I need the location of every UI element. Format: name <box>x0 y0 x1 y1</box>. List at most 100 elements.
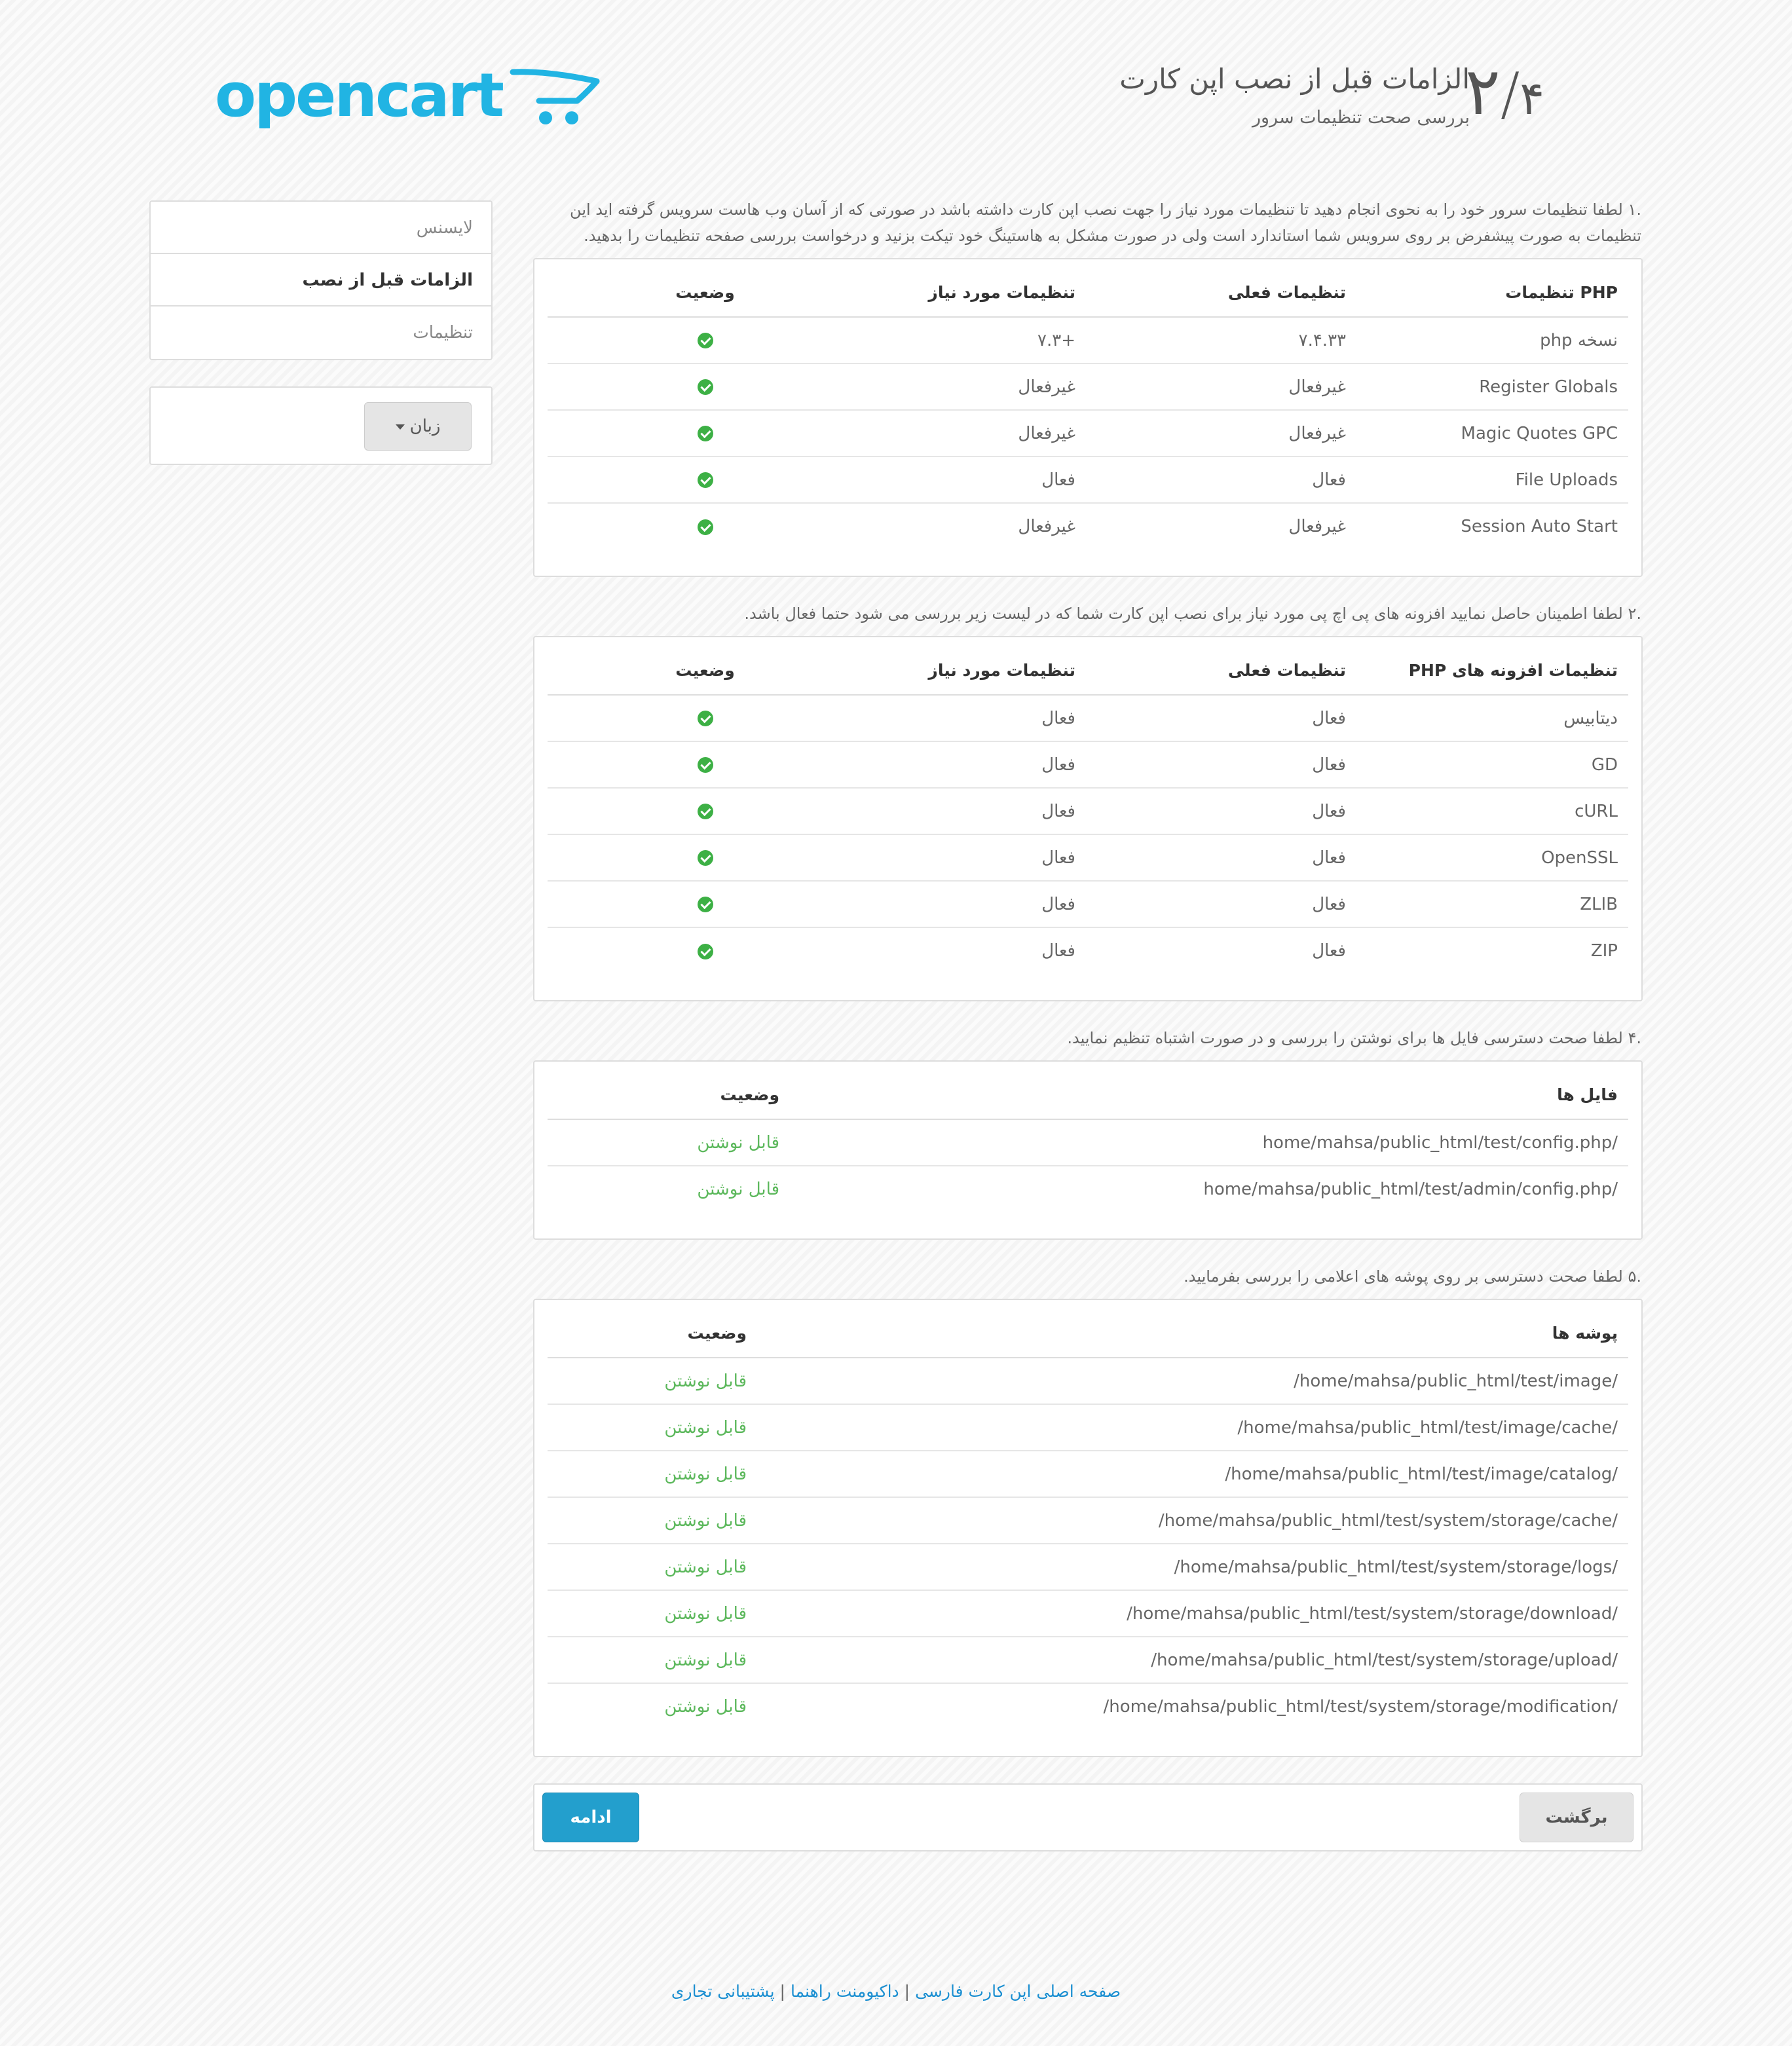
status-cell <box>548 787 814 834</box>
footer-link-home[interactable]: صفحه اصلی اپن کارت فارسی <box>915 1982 1121 2001</box>
table-row: نسخه php ۷.۴.۳۳ +۷.۳ <box>548 316 1628 363</box>
check-circle-icon <box>697 426 713 441</box>
table-row: home/mahsa/public_html/test/config.php/ … <box>548 1119 1628 1166</box>
setting-name: Register Globals <box>1356 363 1628 410</box>
check-circle-icon <box>697 472 713 488</box>
footer-link-support[interactable]: پشتیبانی تجاری <box>671 1982 775 2001</box>
folder-path: /home/mahsa/public_html/test/image/ <box>757 1357 1628 1404</box>
back-button[interactable]: برگشت <box>1520 1793 1633 1842</box>
writable-status: قابل نوشتن <box>548 1357 757 1404</box>
setting-name: نسخه php <box>1356 316 1628 363</box>
current-value: فعال <box>1086 834 1356 881</box>
check-circle-icon <box>697 711 713 726</box>
files-table: فایل ها وضعیت home/mahsa/public_html/tes… <box>548 1071 1628 1212</box>
section5-intro: .۵ لطفا صحت دسترسی بر روی پوشه های اعلام… <box>1184 1267 1641 1286</box>
table-row: Session Auto Start غیرفعال غیرفعال <box>548 502 1628 549</box>
table-row: ZIP فعال فعال <box>548 927 1628 974</box>
extension-name: دیتابیس <box>1356 694 1628 741</box>
folder-path: /home/mahsa/public_html/test/image/catal… <box>757 1450 1628 1497</box>
section4-intro: .۴ لطفا صحت دسترسی فایل ها برای نوشتن را… <box>1067 1029 1641 1047</box>
folders-panel: پوشه ها وضعیت /home/mahsa/public_html/te… <box>533 1299 1643 1757</box>
nav-item-pre-install[interactable]: الزامات قبل از نصب <box>151 254 491 307</box>
current-value: غیرفعال <box>1086 409 1356 456</box>
table-row: ZLIB فعال فعال <box>548 880 1628 927</box>
extension-name: cURL <box>1356 787 1628 834</box>
table-row: File Uploads فعال فعال <box>548 456 1628 503</box>
required-value: فعال <box>814 927 1086 974</box>
col-header-current: تنظیمات فعلی <box>1086 646 1356 696</box>
table-row: GD فعال فعال <box>548 741 1628 788</box>
current-value: فعال <box>1086 787 1356 834</box>
col-header-files: فایل ها <box>790 1071 1628 1120</box>
extension-name: ZLIB <box>1356 880 1628 927</box>
status-cell <box>548 409 814 456</box>
extension-name: OpenSSL <box>1356 834 1628 881</box>
footer-link-docs[interactable]: داکیومنت راهنما <box>791 1982 899 2001</box>
folder-path: /home/mahsa/public_html/test/system/stor… <box>757 1590 1628 1637</box>
extension-name: ZIP <box>1356 927 1628 974</box>
file-path: home/mahsa/public_html/test/config.php/ <box>790 1119 1628 1166</box>
required-value: فعال <box>814 834 1086 881</box>
continue-button[interactable]: ادامه <box>542 1793 639 1842</box>
action-bar: برگشت ادامه <box>533 1783 1643 1851</box>
check-circle-icon <box>697 757 713 773</box>
writable-status: قابل نوشتن <box>548 1590 757 1637</box>
setting-name: Session Auto Start <box>1356 502 1628 549</box>
current-value: غیرفعال <box>1086 363 1356 410</box>
writable-status: قابل نوشتن <box>548 1404 757 1451</box>
check-circle-icon <box>697 519 713 535</box>
table-row: /home/mahsa/public_html/test/system/stor… <box>548 1497 1628 1544</box>
col-header-folders: پوشه ها <box>757 1309 1628 1358</box>
php-settings-panel: PHP تنظیمات تنظیمات فعلی تنظیمات مورد نی… <box>533 258 1643 577</box>
folder-path: /home/mahsa/public_html/test/system/stor… <box>757 1497 1628 1544</box>
required-value: فعال <box>814 880 1086 927</box>
file-path: home/mahsa/public_html/test/admin/config… <box>790 1165 1628 1212</box>
required-value: غیرفعال <box>814 363 1086 410</box>
page-title: الزامات قبل از نصب اپن کارت <box>1119 63 1470 95</box>
table-header-row: پوشه ها وضعیت <box>548 1309 1628 1358</box>
opencart-logo[interactable]: opencart <box>215 65 601 132</box>
folder-path: /home/mahsa/public_html/test/system/stor… <box>757 1683 1628 1730</box>
php-extensions-table: تنظیمات افزونه های PHP تنظیمات فعلی تنظی… <box>548 646 1628 974</box>
table-row: دیتابیس فعال فعال <box>548 694 1628 741</box>
writable-status: قابل نوشتن <box>548 1636 757 1683</box>
table-row: /home/mahsa/public_html/test/system/stor… <box>548 1683 1628 1730</box>
current-value: غیرفعال <box>1086 502 1356 549</box>
table-row: OpenSSL فعال فعال <box>548 834 1628 881</box>
col-header-current: تنظیمات فعلی <box>1086 269 1356 318</box>
table-row: home/mahsa/public_html/test/admin/config… <box>548 1165 1628 1212</box>
section2-intro: .۲ لطفا اطمینان حاصل نمایید افزونه های پ… <box>744 604 1641 623</box>
step-indicator: ۲/۴ <box>1465 53 1544 130</box>
required-value: فعال <box>814 741 1086 788</box>
status-cell <box>548 502 814 549</box>
status-cell <box>548 694 814 741</box>
check-circle-icon <box>697 333 713 348</box>
language-dropdown-button[interactable]: زبان <box>364 402 472 451</box>
table-header-row: تنظیمات افزونه های PHP تنظیمات فعلی تنظی… <box>548 646 1628 696</box>
table-row: /home/mahsa/public_html/test/system/stor… <box>548 1636 1628 1683</box>
col-header-status: وضعیت <box>548 269 814 318</box>
footer: صفحه اصلی اپن کارت فارسی | داکیومنت راهنما… <box>0 1982 1792 2001</box>
nav-item-settings[interactable]: تنظیمات <box>151 307 491 359</box>
required-value: +۷.۳ <box>814 316 1086 363</box>
table-header-row: فایل ها وضعیت <box>548 1071 1628 1120</box>
col-header-status: وضعیت <box>548 1309 757 1358</box>
table-row: cURL فعال فعال <box>548 787 1628 834</box>
col-header-required: تنظیمات مورد نیاز <box>814 269 1086 318</box>
status-cell <box>548 927 814 974</box>
page-header: ۲/۴ الزامات قبل از نصب اپن کارت بررسی صح… <box>0 52 1792 144</box>
footer-separator: | <box>779 1982 785 2001</box>
table-row: /home/mahsa/public_html/test/image/cache… <box>548 1404 1628 1451</box>
footer-separator: | <box>904 1982 910 2001</box>
extension-name: GD <box>1356 741 1628 788</box>
files-panel: فایل ها وضعیت home/mahsa/public_html/tes… <box>533 1060 1643 1240</box>
steps-nav: لایسنس الزامات قبل از نصب تنظیمات <box>149 200 493 360</box>
current-value: فعال <box>1086 694 1356 741</box>
col-header-setting: PHP تنظیمات <box>1356 269 1628 318</box>
sidebar: لایسنس الزامات قبل از نصب تنظیمات زبان <box>149 200 493 465</box>
table-row: /home/mahsa/public_html/test/image/catal… <box>548 1450 1628 1497</box>
nav-item-license[interactable]: لایسنس <box>151 202 491 254</box>
status-cell <box>548 741 814 788</box>
current-value: فعال <box>1086 741 1356 788</box>
required-value: غیرفعال <box>814 409 1086 456</box>
